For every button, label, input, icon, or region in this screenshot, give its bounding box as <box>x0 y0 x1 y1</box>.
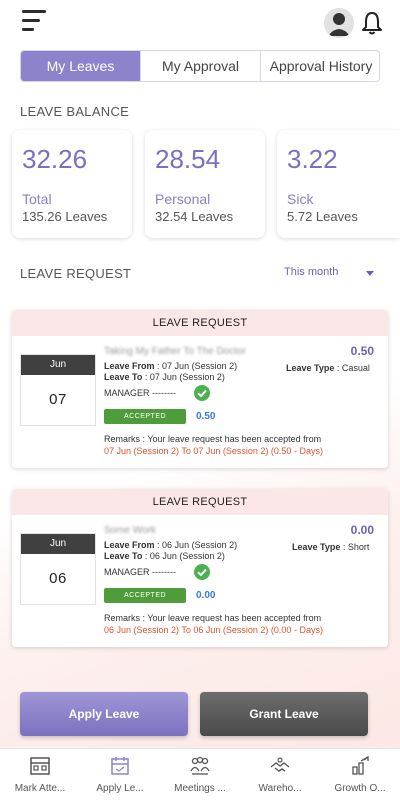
check-circle-icon <box>194 385 210 401</box>
balance-subtext: 5.72 Leaves <box>287 209 358 224</box>
leave-from-line: Leave From : 07 Jun (Session 2) <box>104 361 237 371</box>
balance-subtext: 135.26 Leaves <box>22 209 108 224</box>
balance-value: 28.54 <box>155 144 221 174</box>
accepted-days: 0.50 <box>196 411 216 422</box>
leave-to-label: Leave To <box>104 372 143 382</box>
grant-leave-button[interactable]: Grant Leave <box>200 692 368 736</box>
leave-from-value: : 07 Jun (Session 2) <box>157 361 238 371</box>
remark-detail: 07 Jun (Session 2) To 07 Jun (Session 2)… <box>104 446 323 456</box>
app-header <box>0 0 400 48</box>
leave-to-value: : 06 Jun (Session 2) <box>144 551 225 561</box>
date-badge: Jun 07 <box>20 354 96 426</box>
leave-to-line: Leave To : 06 Jun (Session 2) <box>104 551 225 561</box>
nav-label: Growth O... <box>334 783 386 794</box>
leave-type-label: Leave Type <box>292 542 341 552</box>
leave-to-label: Leave To <box>104 551 143 561</box>
balance-value: 3.22 <box>287 144 338 174</box>
tab-approval-history[interactable]: Approval History <box>261 51 379 81</box>
leave-to-value: : 07 Jun (Session 2) <box>144 372 225 382</box>
balance-name: Total <box>22 191 52 207</box>
leave-from-label: Leave From <box>104 361 155 371</box>
leave-from-line: Leave From : 06 Jun (Session 2) <box>104 540 237 550</box>
request-days: 0.50 <box>350 344 374 358</box>
nav-label: Apply Le... <box>96 783 144 794</box>
remark-text: Remarks : Your leave request has been ac… <box>104 434 322 444</box>
date-month: Jun <box>21 355 95 375</box>
leave-type-label: Leave Type <box>286 363 335 373</box>
leave-to-line: Leave To : 07 Jun (Session 2) <box>104 372 225 382</box>
chevron-down-icon[interactable] <box>366 271 374 276</box>
leave-request-card[interactable]: LEAVE REQUEST Jun 07 Taking My Father To… <box>12 310 388 468</box>
apply-leave-button[interactable]: Apply Leave <box>20 692 188 736</box>
accepted-days: 0.00 <box>196 590 216 601</box>
period-filter[interactable]: This month <box>284 266 338 278</box>
request-card-header: LEAVE REQUEST <box>12 310 388 336</box>
leave-tabs: My Leaves My Approval Approval History <box>20 50 380 82</box>
meetings-icon <box>190 756 210 775</box>
request-card-header: LEAVE REQUEST <box>12 489 388 515</box>
nav-item-mark-attendance[interactable]: Mark Atte... <box>0 749 80 800</box>
date-badge: Jun 06 <box>20 533 96 605</box>
balance-value: 32.26 <box>22 144 88 174</box>
nav-item-apply-leave[interactable]: Apply Le... <box>80 749 160 800</box>
bell-icon[interactable] <box>360 10 384 36</box>
leave-type-line: Leave Type : Casual <box>286 363 370 373</box>
warehouse-icon <box>270 757 290 772</box>
leave-from-label: Leave From <box>104 540 155 550</box>
date-day: 06 <box>49 570 67 587</box>
leave-page: My Leaves My Approval Approval History L… <box>0 0 400 800</box>
balance-card-total[interactable]: 32.26 Total 135.26 Leaves <box>12 130 132 238</box>
request-days: 0.00 <box>350 523 374 537</box>
hamburger-icon[interactable] <box>22 10 48 34</box>
balance-card-sick[interactable]: 3.22 Sick 5.72 Leaves <box>277 130 400 238</box>
nav-label: Meetings ... <box>174 783 226 794</box>
nav-label: Wareho... <box>258 783 302 794</box>
manager-line: MANAGER -------- <box>104 567 176 577</box>
manager-line: MANAGER -------- <box>104 388 176 398</box>
leave-from-value: : 06 Jun (Session 2) <box>157 540 238 550</box>
balance-name: Sick <box>287 191 314 207</box>
user-avatar-icon[interactable] <box>324 8 354 38</box>
nav-item-warehouse[interactable]: Wareho... <box>240 749 320 800</box>
leave-type-value: : Casual <box>336 363 370 373</box>
status-badge: ACCEPTED <box>104 588 186 603</box>
attendance-icon <box>30 757 50 775</box>
date-month: Jun <box>21 534 95 554</box>
remark-detail: 06 Jun (Session 2) To 06 Jun (Session 2)… <box>104 625 323 635</box>
status-badge: ACCEPTED <box>104 409 186 424</box>
leave-type-value: : Short <box>342 542 370 552</box>
nav-label: Mark Atte... <box>14 783 66 794</box>
leave-request-card[interactable]: LEAVE REQUEST Jun 06 Some Work 0.00 Leav… <box>12 489 388 647</box>
nav-item-meetings[interactable]: Meetings ... <box>160 749 240 800</box>
request-title: Taking My Father To The Doctor <box>104 346 246 357</box>
balance-subtext: 32.54 Leaves <box>155 209 234 224</box>
nav-item-growth[interactable]: Growth O... <box>320 749 400 800</box>
tab-my-approval[interactable]: My Approval <box>141 51 261 81</box>
leave-balance-heading: LEAVE BALANCE <box>20 104 130 119</box>
remark-text: Remarks : Your leave request has been ac… <box>104 613 322 623</box>
growth-icon <box>352 755 369 775</box>
leave-type-line: Leave Type : Short <box>292 542 369 552</box>
balance-card-personal[interactable]: 28.54 Personal 32.54 Leaves <box>145 130 265 238</box>
balance-name: Personal <box>155 191 211 207</box>
leave-request-heading: LEAVE REQUEST <box>20 266 132 281</box>
bottom-nav: Mark Atte... Apply Le... Meetings ... Wa… <box>0 748 400 800</box>
request-title: Some Work <box>104 525 157 536</box>
date-day: 07 <box>49 391 67 408</box>
apply-leave-icon <box>111 757 129 775</box>
check-circle-icon <box>194 564 210 580</box>
tab-my-leaves[interactable]: My Leaves <box>21 51 141 81</box>
